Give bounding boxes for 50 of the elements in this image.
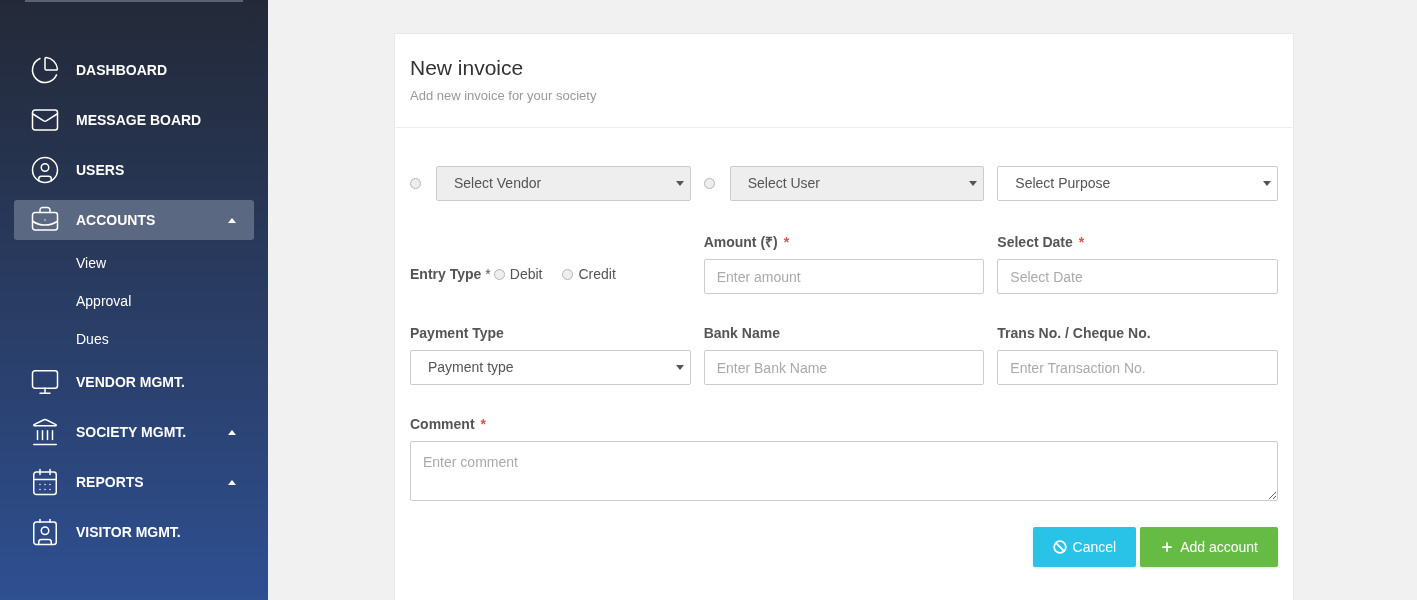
id-card-icon	[30, 517, 60, 547]
sidebar-item[interactable]: SOCIETY MGMT.	[14, 412, 254, 452]
field-label: Payment Type	[410, 324, 504, 343]
field-label: Select Date	[997, 233, 1073, 252]
pie-chart-icon	[30, 55, 60, 85]
cancel-icon	[1052, 540, 1067, 554]
radio-button[interactable]	[562, 269, 574, 280]
caret-icon	[228, 217, 236, 223]
caret-icon	[1263, 181, 1271, 186]
required-mark: *	[485, 265, 491, 284]
sidebar-item[interactable]: USERS	[14, 150, 254, 190]
input-field[interactable]: Select Date	[997, 259, 1278, 294]
caret-icon	[969, 181, 978, 186]
caret-icon	[228, 429, 236, 435]
sidebar-item[interactable]: VISITOR MGMT.	[14, 512, 254, 552]
calendar-icon	[30, 467, 60, 497]
required-mark: *	[1078, 233, 1085, 252]
field-label: Entry Type	[410, 265, 482, 284]
bank-icon	[30, 417, 60, 447]
field-label: Bank Name	[703, 324, 780, 343]
plus-icon	[1160, 540, 1175, 554]
sidebar-item[interactable]: DASHBOARD	[14, 50, 254, 90]
card-title: New invoice	[410, 55, 525, 81]
sidebar-item[interactable]: ACCOUNTS	[14, 200, 254, 240]
select-dropdown[interactable]: Select Purpose	[997, 166, 1278, 201]
sidebar-item[interactable]: MESSAGE BOARD	[14, 100, 254, 140]
sidebar-item[interactable]: REPORTS	[14, 462, 254, 502]
input-field[interactable]: Enter amount	[703, 259, 985, 294]
field-label: Trans No. / Cheque No.	[997, 324, 1151, 343]
card-subtitle: Add new invoice for your society	[410, 86, 598, 105]
caret-icon	[675, 365, 684, 370]
input-field[interactable]: Enter Bank Name	[703, 350, 985, 385]
caret-icon	[228, 479, 236, 485]
sidebar-item[interactable]: VENDOR MGMT.	[14, 362, 254, 402]
radio-label: Debit	[509, 265, 543, 284]
radio-button[interactable]	[493, 269, 505, 280]
field-label: Amount (₹)	[703, 233, 778, 252]
select-dropdown[interactable]: Payment type	[410, 350, 691, 385]
sidebar-subitem[interactable]: View	[76, 254, 254, 272]
sidebar-subitem[interactable]: Dues	[76, 330, 254, 348]
input-field[interactable]: Enter Transaction No.	[997, 350, 1278, 385]
required-mark: *	[480, 415, 486, 434]
required-mark: *	[783, 233, 790, 252]
monitor-icon	[30, 367, 60, 397]
caret-icon	[675, 181, 684, 186]
field-label: Comment	[410, 415, 475, 434]
comment-textarea[interactable]: Enter comment	[410, 441, 1278, 501]
radio-label: Credit	[578, 265, 616, 284]
user-icon	[30, 155, 60, 185]
sidebar-subitem[interactable]: Approval	[76, 292, 254, 310]
